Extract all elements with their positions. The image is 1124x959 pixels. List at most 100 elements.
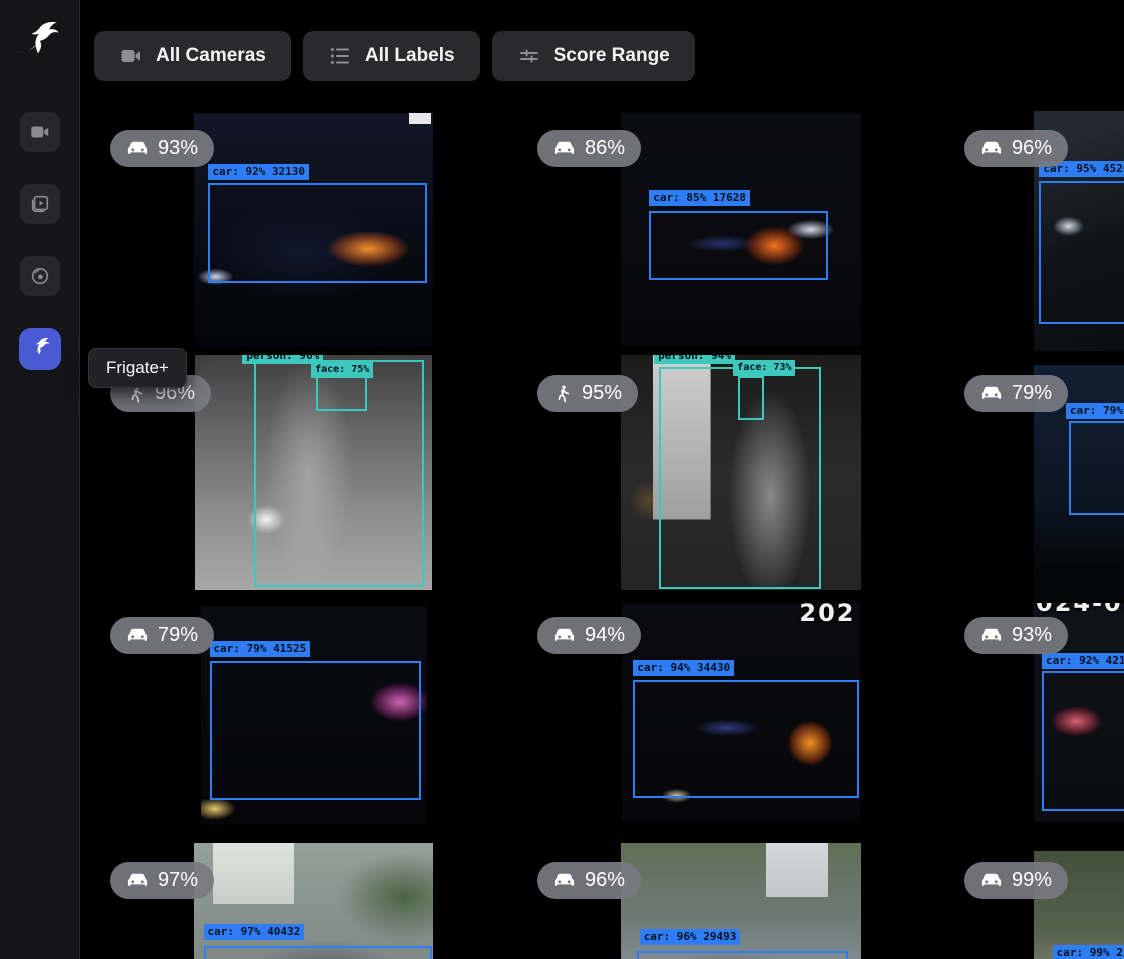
car-icon: [126, 869, 149, 892]
grid-row: person: 96%face: 75%96%person: 94%face: …: [100, 351, 1124, 598]
sidebar-nav: [19, 112, 61, 370]
sidebar-item-explore[interactable]: [20, 256, 60, 296]
detection-card[interactable]: 202 car: 94% 34430 94%: [527, 598, 954, 843]
sidebar-item-frigate-plus[interactable]: [19, 328, 61, 370]
detection-card[interactable]: car: 96% 29493 96%: [527, 843, 954, 959]
detection-bounding-box: [208, 183, 427, 283]
score-value: 94%: [585, 624, 625, 647]
frigate-plus-tooltip: Frigate+: [88, 348, 187, 388]
score-badge: 93%: [110, 130, 214, 167]
detection-bounding-box: [649, 211, 828, 280]
detection-thumbnail[interactable]: car: 92% 32130: [194, 113, 433, 347]
detection-bounding-box: [1069, 421, 1124, 514]
score-value: 96%: [585, 869, 625, 892]
video-camera-icon: [29, 121, 51, 143]
detection-label: car: 99% 25: [1053, 945, 1124, 959]
score-badge: 86%: [537, 130, 641, 167]
detections-grid: car: 92% 32130 93% car: 85% 17628 86% car: 9…: [100, 97, 1124, 959]
detection-label: car: 79%: [1066, 403, 1124, 419]
detection-bounding-box: [1042, 671, 1124, 811]
detection-thumbnail[interactable]: 202 car: 94% 34430: [622, 603, 860, 822]
main-content: All Cameras All Labels Score Range car: …: [80, 0, 1124, 959]
detection-card[interactable]: person: 96%face: 75%96%: [100, 351, 527, 598]
disc-icon: [29, 265, 51, 287]
grid-row: car: 92% 32130 93% car: 85% 17628 86% car: 9…: [100, 97, 1124, 351]
score-value: 99%: [1012, 869, 1052, 892]
detection-card[interactable]: car: 85% 17628 86%: [527, 97, 954, 351]
sliders-icon: [517, 44, 541, 68]
detection-thumbnail[interactable]: car: 79% 41525: [201, 606, 427, 824]
detection-card[interactable]: 024-05 0car: 92% 421893%: [954, 598, 1124, 843]
score-value: 96%: [1012, 137, 1052, 160]
face-bounding-box: [738, 376, 764, 420]
detection-bounding-box: [204, 946, 433, 959]
car-icon: [980, 137, 1003, 160]
detection-label: car: 85% 17628: [649, 190, 750, 206]
car-icon: [980, 382, 1003, 405]
sidebar: [0, 0, 80, 959]
detection-card[interactable]: person: 94%face: 73%95%: [527, 351, 954, 598]
score-range-filter-button[interactable]: Score Range: [492, 31, 695, 81]
detection-bounding-box: [633, 680, 858, 798]
detection-thumbnail[interactable]: car: 97% 40432: [194, 843, 433, 959]
score-value: 79%: [158, 624, 198, 647]
car-icon: [126, 137, 149, 160]
grid-row: car: 79% 4152579%202car: 94% 3443094%024…: [100, 598, 1124, 843]
score-badge: 96%: [537, 862, 641, 899]
face-label: face: 75%: [311, 362, 373, 378]
sidebar-item-review[interactable]: [20, 184, 60, 224]
score-badge: 99%: [964, 862, 1068, 899]
detection-thumbnail[interactable]: car: 96% 29493: [621, 843, 861, 959]
score-badge: 94%: [537, 617, 641, 654]
face-label: face: 73%: [733, 360, 795, 376]
detection-card[interactable]: car: 95% 4526096%: [954, 97, 1124, 351]
all-labels-label: All Labels: [365, 45, 455, 67]
detection-card[interactable]: car: 79% 79%: [954, 351, 1124, 598]
all-cameras-filter-button[interactable]: All Cameras: [94, 31, 291, 81]
detection-bounding-box: [210, 661, 422, 800]
score-value: 86%: [585, 137, 625, 160]
score-badge: 97%: [110, 862, 214, 899]
score-badge: 95%: [537, 375, 638, 412]
detection-card[interactable]: car: 97% 40432 97%: [100, 843, 527, 959]
detection-label: car: 97% 40432: [204, 924, 305, 940]
car-icon: [980, 869, 1003, 892]
car-icon: [553, 869, 576, 892]
detection-card[interactable]: car: 99% 25 99%: [954, 843, 1124, 959]
list-icon: [328, 44, 352, 68]
car-icon: [980, 624, 1003, 647]
detection-label: car: 94% 34430: [633, 660, 734, 676]
sidebar-item-live[interactable]: [20, 112, 60, 152]
car-icon: [553, 624, 576, 647]
person-icon: [553, 384, 573, 404]
score-badge: 93%: [964, 617, 1068, 654]
timestamp-overlay: 202: [799, 603, 855, 627]
detection-label: person: 94%: [654, 355, 735, 364]
detection-card[interactable]: car: 92% 32130 93%: [100, 97, 527, 351]
score-badge: 79%: [964, 375, 1068, 412]
detection-card[interactable]: car: 79% 4152579%: [100, 598, 527, 843]
score-value: 97%: [158, 869, 198, 892]
score-value: 79%: [1012, 382, 1052, 405]
score-badge: 79%: [110, 617, 214, 654]
score-range-label: Score Range: [554, 45, 670, 67]
score-badge: 96%: [964, 130, 1068, 167]
detection-thumbnail[interactable]: person: 94%face: 73%: [621, 355, 861, 590]
detection-label: car: 96% 29493: [640, 929, 741, 945]
score-value: 93%: [158, 137, 198, 160]
detection-bounding-box: [1039, 181, 1124, 324]
frigate-logo: [15, 18, 65, 68]
detection-label: car: 92% 32130: [208, 164, 309, 180]
all-cameras-label: All Cameras: [156, 45, 266, 67]
detection-bounding-box: [637, 951, 847, 959]
review-icon: [29, 193, 51, 215]
video-camera-icon: [119, 44, 143, 68]
detection-thumbnail[interactable]: car: 85% 17628: [621, 113, 861, 346]
score-value: 93%: [1012, 624, 1052, 647]
frigate-bird-icon: [27, 336, 53, 362]
all-labels-filter-button[interactable]: All Labels: [303, 31, 480, 81]
filter-toolbar: All Cameras All Labels Score Range: [80, 0, 1124, 81]
detection-label: car: 92% 4218: [1042, 653, 1124, 669]
grid-row: car: 97% 4043297%car: 96% 2949396%car: 9…: [100, 843, 1124, 959]
detection-thumbnail[interactable]: person: 96%face: 75%: [195, 355, 432, 590]
